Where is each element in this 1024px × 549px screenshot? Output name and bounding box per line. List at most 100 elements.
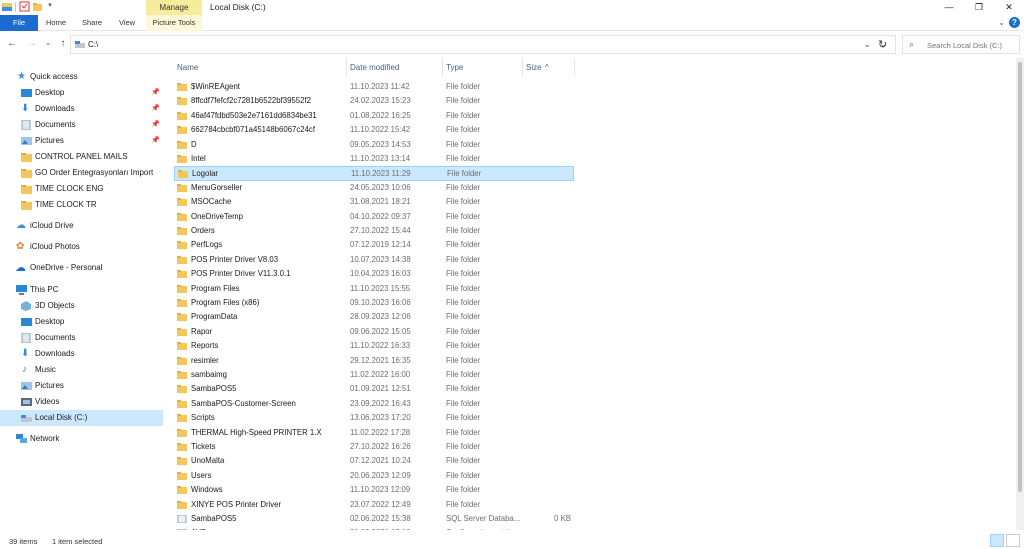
- back-icon[interactable]: ←: [6, 38, 18, 50]
- file-row[interactable]: $WinREAgent 11.10.2023 11:42 File folder: [174, 80, 574, 94]
- file-name: Program Files (x86): [191, 298, 260, 307]
- vertical-scrollbar[interactable]: [1016, 58, 1024, 530]
- pin-icon: 📌: [151, 105, 160, 112]
- file-row[interactable]: PerfLogs 07.12.2019 12:14 File folder: [174, 238, 574, 252]
- nav-this-pc[interactable]: This PC: [0, 282, 163, 298]
- file-row[interactable]: D 09.05.2023 14:53 File folder: [174, 138, 574, 152]
- nav-label: Videos: [35, 397, 60, 406]
- column-divider[interactable]: [522, 58, 523, 76]
- file-row[interactable]: 662784cbcbf071a45148b6067c24cf 11.10.2022…: [174, 123, 574, 137]
- column-divider[interactable]: [442, 58, 443, 76]
- file-row[interactable]: Program Files 11.10.2023 15:55 File folder: [174, 282, 574, 296]
- nav-quick-downloads[interactable]: ⬇ Downloads 📌: [0, 101, 163, 117]
- tab-picture-tools[interactable]: Picture Tools: [146, 15, 202, 31]
- address-dropdown-icon[interactable]: ⌄: [863, 39, 871, 50]
- file-row[interactable]: Reports 11.10.2022 16:33 File folder: [174, 339, 574, 353]
- folder-icon: [21, 201, 32, 210]
- nav-pc-documents[interactable]: Documents: [0, 330, 163, 346]
- help-icon[interactable]: ?: [1009, 17, 1020, 28]
- column-size[interactable]: Size: [526, 63, 542, 72]
- file-row[interactable]: SambaPOS5 02.06.2022 15:38 SQL Server Data…: [174, 512, 574, 526]
- nav-quick-access[interactable]: ★ Quick access: [0, 69, 163, 85]
- file-row[interactable]: MSOCache 31.08.2021 18:21 File folder: [174, 195, 574, 209]
- forward-icon[interactable]: →: [26, 38, 38, 50]
- address-field[interactable]: C:\ ⌄ ⌄: [70, 35, 896, 54]
- file-row[interactable]: XINYE POS Printer Driver 23.07.2022 12:49…: [174, 498, 574, 512]
- file-row[interactable]: resimler 29.12.2021 16:35 File folder: [174, 354, 574, 368]
- file-row[interactable]: ProgramData 28.09.2023 12:06 File folder: [174, 310, 574, 324]
- nav-icloud-photos[interactable]: ✿ iCloud Photos: [0, 239, 163, 255]
- maximize-icon[interactable]: ❐: [964, 0, 994, 15]
- file-row[interactable]: sambaimg 11.02.2022 16:00 File folder: [174, 368, 574, 382]
- file-row[interactable]: Windows 11.10.2023 12:09 File folder: [174, 483, 574, 497]
- nav-pc-pictures[interactable]: Pictures: [0, 378, 163, 394]
- nav-quick-folder[interactable]: GO Order Entegrasyonları Import: [0, 165, 163, 181]
- window-title: Local Disk (C:): [210, 2, 266, 12]
- file-row[interactable]: MenuGorseller 24.05.2023 10:06 File folder: [174, 181, 574, 195]
- column-divider[interactable]: [574, 58, 575, 76]
- minimize-icon[interactable]: —: [934, 0, 964, 15]
- file-row[interactable]: Intel 11.10.2023 13:14 File folder: [174, 152, 574, 166]
- scrollbar-thumb[interactable]: [1018, 62, 1022, 492]
- file-row[interactable]: Tickets 27.10.2022 16:26 File folder: [174, 440, 574, 454]
- column-type[interactable]: Type: [446, 63, 463, 72]
- refresh-icon[interactable]: ↻: [878, 38, 887, 51]
- file-row[interactable]: 46af47fdbd503e2e7161dd6834be31 01.08.2022…: [174, 109, 574, 123]
- manage-context-tab[interactable]: Manage: [146, 0, 202, 15]
- file-row[interactable]: Program Files (x86) 09.10.2023 16:06 File …: [174, 296, 574, 310]
- file-row[interactable]: Scripts 13.06.2023 17:20 File folder: [174, 411, 574, 425]
- file-row[interactable]: AVScanner 21.09.2021 12:10 Configuration s…: [174, 526, 574, 530]
- close-icon[interactable]: ✕: [994, 0, 1024, 15]
- file-row[interactable]: 8ffcdf7fefcf2c7281b6522bf39552f2 24.02.20…: [174, 94, 574, 108]
- expand-ribbon-icon[interactable]: ⌄: [998, 18, 1005, 27]
- nav-icloud-drive[interactable]: ☁ iCloud Drive: [0, 218, 163, 234]
- nav-quick-folder[interactable]: TIME CLOCK TR: [0, 197, 163, 213]
- nav-pc-3d-objects[interactable]: 3D Objects: [0, 298, 163, 314]
- nav-quick-desktop[interactable]: Desktop 📌: [0, 85, 163, 101]
- nav-onedrive[interactable]: ☁ OneDrive - Personal: [0, 260, 163, 276]
- file-row[interactable]: POS Printer Driver V11.3.0.1 10.04.2023 1…: [174, 267, 574, 281]
- nav-network[interactable]: Network: [0, 431, 163, 447]
- star-icon: ★: [17, 71, 26, 82]
- customize-qat-icon[interactable]: ▾: [45, 1, 55, 12]
- column-date-modified[interactable]: Date modified: [350, 63, 399, 72]
- nav-pc-downloads[interactable]: ⬇ Downloads: [0, 346, 163, 362]
- details-view-icon[interactable]: [990, 534, 1004, 547]
- file-name: PerfLogs: [191, 240, 223, 250]
- file-date: 21.09.2021 12:10: [350, 526, 411, 530]
- file-row[interactable]: POS Printer Driver V8.03 10.07.2023 14:38…: [174, 253, 574, 267]
- tab-file[interactable]: File: [0, 15, 38, 31]
- properties-icon[interactable]: [19, 1, 30, 12]
- file-row[interactable]: SambaPOS-Customer-Screen 23.09.2022 16:43…: [174, 397, 574, 411]
- nav-quick-documents[interactable]: Documents 📌: [0, 117, 163, 133]
- nav-pc-desktop[interactable]: Desktop: [0, 314, 163, 330]
- nav-quick-folder[interactable]: TIME CLOCK ENG: [0, 181, 163, 197]
- column-name[interactable]: Name: [177, 63, 198, 72]
- file-row[interactable]: Rapor 09.06.2022 15:05 File folder: [174, 325, 574, 339]
- file-row[interactable]: Logolar 11.10.2023 11:29 File folder: [174, 166, 574, 181]
- new-folder-icon[interactable]: [32, 1, 42, 12]
- file-name: Rapor: [191, 326, 213, 336]
- file-row[interactable]: UnoMalta 07.12.2021 10:24 File folder: [174, 454, 574, 468]
- nav-label: Local Disk (C:): [35, 413, 88, 422]
- up-icon[interactable]: ↑: [57, 38, 69, 50]
- file-row[interactable]: OneDriveTemp 04.10.2022 09:37 File folder: [174, 210, 574, 224]
- tab-home[interactable]: Home: [42, 15, 70, 31]
- large-icons-view-icon[interactable]: [1006, 534, 1020, 547]
- nav-quick-pictures[interactable]: Pictures 📌: [0, 133, 163, 149]
- search-box[interactable]: ⌕: [902, 35, 1020, 54]
- folder-icon: [177, 155, 187, 163]
- column-divider[interactable]: [346, 58, 347, 76]
- file-row[interactable]: Users 20.06.2023 12:09 File folder: [174, 469, 574, 483]
- nav-pc-music[interactable]: ♪ Music: [0, 362, 163, 378]
- tab-share[interactable]: Share: [78, 15, 106, 31]
- tab-view[interactable]: View: [114, 15, 140, 31]
- file-row[interactable]: SambaPOS5 01.09.2021 12:51 File folder: [174, 382, 574, 396]
- nav-quick-folder[interactable]: CONTROL PANEL MAILS: [0, 149, 163, 165]
- nav-pc-videos[interactable]: Videos: [0, 394, 163, 410]
- file-row[interactable]: Orders 27.10.2022 15:44 File folder: [174, 224, 574, 238]
- search-input[interactable]: [927, 38, 1019, 52]
- recent-locations-icon[interactable]: ⌄: [42, 38, 54, 50]
- file-row[interactable]: THERMAL High-Speed PRINTER 1.X 11.02.2022…: [174, 426, 574, 440]
- nav-pc-local-disk[interactable]: Local Disk (C:): [0, 410, 163, 426]
